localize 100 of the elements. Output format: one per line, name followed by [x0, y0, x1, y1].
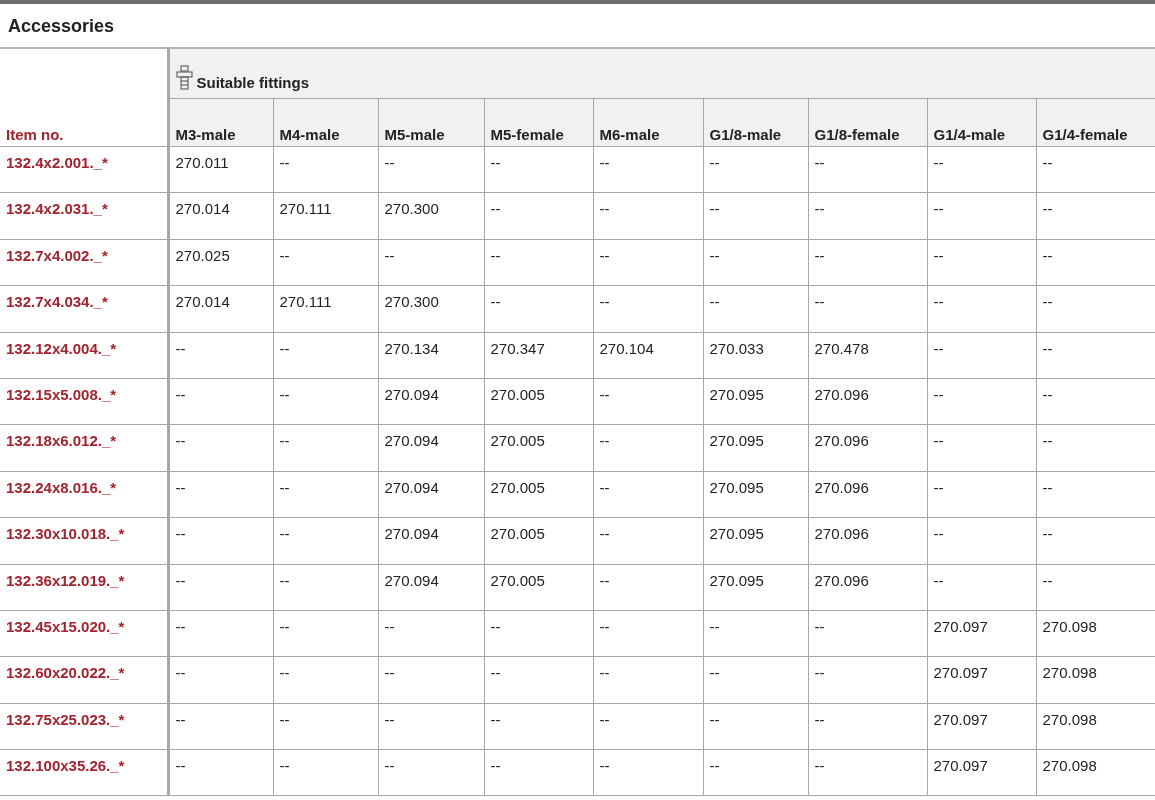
table-cell: -- [703, 239, 808, 286]
table-cell: 270.111 [273, 285, 378, 333]
table-cell: -- [378, 656, 484, 704]
table-cell: 270.111 [273, 192, 378, 240]
table-cell: 270.094 [378, 471, 484, 518]
table-cell: -- [273, 703, 378, 750]
item-number: 132.4x2.031._* [0, 192, 168, 240]
table-cell: 270.095 [703, 424, 808, 472]
table-cell: -- [484, 703, 593, 750]
table-cell: -- [378, 146, 484, 193]
table-cell: -- [703, 285, 808, 333]
column-header: M6-male [593, 98, 703, 147]
table-cell: -- [593, 749, 703, 796]
fitting-icon [175, 65, 194, 91]
column-header: Item no. [0, 48, 168, 147]
table-cell: -- [378, 749, 484, 796]
table-cell: -- [484, 749, 593, 796]
table-cell: -- [593, 378, 703, 425]
table-cell: -- [808, 749, 927, 796]
table-cell: 270.005 [484, 564, 593, 611]
table-cell: -- [168, 378, 273, 425]
table-cell: 270.005 [484, 424, 593, 472]
table-cell: -- [168, 564, 273, 611]
table-cell: -- [927, 146, 1036, 193]
table-cell: 270.097 [927, 703, 1036, 750]
table-cell: -- [273, 656, 378, 704]
table-cell: 270.094 [378, 424, 484, 472]
column-header: M5-female [484, 98, 593, 147]
table-cell: -- [703, 656, 808, 704]
table-cell: -- [593, 239, 703, 286]
table-cell: -- [703, 610, 808, 657]
table-cell: -- [273, 471, 378, 518]
table-cell: 270.094 [378, 564, 484, 611]
table-cell: -- [273, 517, 378, 564]
table-cell: -- [593, 564, 703, 611]
item-number: 132.15x5.008._* [0, 378, 168, 425]
table-cell: -- [168, 703, 273, 750]
table-cell: -- [484, 239, 593, 286]
table-cell: -- [273, 146, 378, 193]
table-cell: -- [168, 517, 273, 564]
table-cell: -- [927, 192, 1036, 240]
table-cell: 270.134 [378, 332, 484, 379]
table-cell: -- [927, 471, 1036, 518]
table-cell: 270.005 [484, 517, 593, 564]
table-cell: -- [703, 703, 808, 750]
table-cell: -- [927, 285, 1036, 333]
table-cell: 270.096 [808, 564, 927, 611]
table-cell: 270.094 [378, 378, 484, 425]
item-number: 132.75x25.023._* [0, 703, 168, 750]
table-cell: -- [593, 424, 703, 472]
table-cell: -- [593, 146, 703, 193]
table-cell: 270.096 [808, 424, 927, 472]
table-cell: 270.005 [484, 378, 593, 425]
table-cell: -- [168, 610, 273, 657]
item-number: 132.12x4.004._* [0, 332, 168, 379]
table-cell: -- [927, 332, 1036, 379]
table-cell: 270.005 [484, 471, 593, 518]
section-title: Accessories [7, 15, 116, 38]
item-number: 132.4x2.001._* [0, 146, 168, 193]
table-cell: 270.300 [378, 192, 484, 240]
table-cell: -- [484, 192, 593, 240]
table-cell: -- [703, 749, 808, 796]
table-cell: -- [168, 749, 273, 796]
table-cell: -- [273, 239, 378, 286]
table-cell: -- [378, 239, 484, 286]
column-header: M4-male [273, 98, 378, 147]
table-cell: -- [484, 656, 593, 704]
table-cell: -- [484, 610, 593, 657]
group-header-label: Suitable fittings [196, 74, 309, 91]
table-cell: -- [927, 239, 1036, 286]
table-cell: -- [808, 285, 927, 333]
table-cell: 270.097 [927, 610, 1036, 657]
table-cell: 270.096 [808, 517, 927, 564]
table-cell: 270.025 [168, 239, 273, 286]
table-cell: -- [927, 564, 1036, 611]
table-cell: -- [273, 749, 378, 796]
item-number: 132.18x6.012._* [0, 424, 168, 472]
table-cell: -- [593, 471, 703, 518]
column-header: G1/4-male [927, 98, 1036, 147]
table-cell: -- [168, 656, 273, 704]
table-cell: 270.347 [484, 332, 593, 379]
table-cell: -- [808, 610, 927, 657]
table-cell: 270.096 [808, 471, 927, 518]
table-cell: -- [808, 703, 927, 750]
table-cell: -- [808, 656, 927, 704]
table-cell: 270.478 [808, 332, 927, 379]
table-cell: -- [378, 610, 484, 657]
table-cell: -- [168, 424, 273, 472]
item-number: 132.36x12.019._* [0, 564, 168, 611]
table-cell: -- [273, 610, 378, 657]
table-cell: -- [593, 610, 703, 657]
table-cell: -- [593, 285, 703, 333]
table-cell: -- [168, 471, 273, 518]
table-cell: -- [593, 703, 703, 750]
table-cell: -- [808, 239, 927, 286]
column-header: M5-male [378, 98, 484, 147]
column-header: G1/8-male [703, 98, 808, 147]
item-number: 132.7x4.034._* [0, 285, 168, 333]
table-cell: 270.014 [168, 285, 273, 333]
table-cell: -- [168, 332, 273, 379]
